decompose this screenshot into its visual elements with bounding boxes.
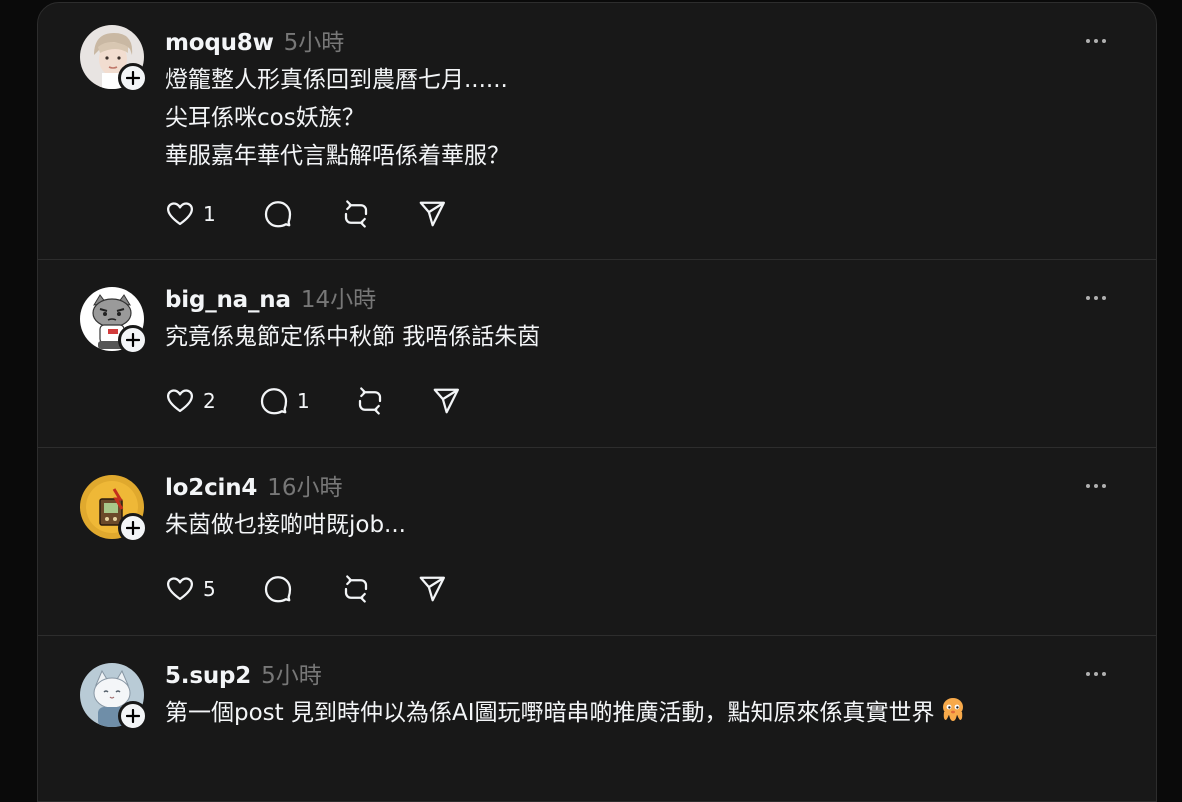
send-icon [419, 576, 445, 602]
repost-button[interactable] [341, 574, 417, 604]
timestamp[interactable]: 5小時 [261, 656, 322, 690]
post-text-line: 究竟係鬼節定係中秋節 我唔係話朱茵 [165, 324, 541, 350]
repost-icon [358, 387, 382, 415]
heart-icon [167, 202, 193, 226]
post-text-line: 朱茵做乜接啲咁既job... [165, 512, 406, 538]
plus-icon [126, 71, 140, 85]
username[interactable]: 5.sup2 [165, 663, 251, 689]
avatar-container[interactable] [80, 663, 148, 731]
post-text-line: 尖耳係咪cos妖族？ [165, 105, 365, 131]
follow-button[interactable] [118, 701, 148, 731]
plus-icon [126, 521, 140, 535]
action-bar: 5 [165, 569, 447, 609]
post: lo2cin4 16小時 朱茵做乜接啲咁既job... 5 [38, 448, 1156, 636]
send-icon [433, 388, 459, 414]
repost-button[interactable] [341, 199, 417, 229]
post-header: lo2cin4 16小時 [165, 468, 342, 502]
repost-button[interactable] [355, 386, 431, 416]
follow-button[interactable] [118, 63, 148, 93]
username[interactable]: moqu8w [165, 30, 274, 56]
share-button[interactable] [417, 199, 447, 229]
like-button[interactable]: 5 [165, 574, 263, 604]
avatar-container[interactable] [80, 475, 148, 543]
like-count: 2 [203, 389, 216, 413]
reply-count: 1 [297, 389, 310, 413]
like-button[interactable]: 2 [165, 386, 259, 416]
post-text-content: 第一個post 見到時仲以為係AI圖玩嘢暗串啲推廣活動，點知原來係真實世界 [165, 700, 935, 726]
action-bar: 1 [165, 194, 447, 234]
action-bar: 2 1 [165, 381, 461, 421]
like-button[interactable]: 1 [165, 199, 263, 229]
timestamp[interactable]: 5小時 [284, 23, 345, 57]
post-text: 燈籠整人形真係回到農曆七月...... 尖耳係咪cos妖族？ 華服嘉年華代言點解… [165, 61, 510, 175]
post-text-line: 燈籠整人形真係回到農曆七月...... [165, 67, 508, 93]
post-text-line: 第一個post 見到時仲以為係AI圖玩嘢暗串啲推廣活動，點知原來係真實世界 [165, 694, 967, 732]
timestamp[interactable]: 16小時 [267, 468, 342, 502]
like-count: 1 [203, 202, 216, 226]
post: moqu8w 5小時 燈籠整人形真係回到農曆七月...... 尖耳係咪cos妖族… [38, 3, 1156, 260]
plus-icon [126, 333, 140, 347]
comment-bubble-icon [264, 576, 292, 603]
avatar-container[interactable] [80, 287, 148, 355]
post-text: 第一個post 見到時仲以為係AI圖玩嘢暗串啲推廣活動，點知原來係真實世界 [165, 694, 967, 732]
send-icon [419, 201, 445, 227]
post: 5.sup2 5小時 第一個post 見到時仲以為係AI圖玩嘢暗串啲推廣活動，點… [38, 636, 1156, 801]
post-header: 5.sup2 5小時 [165, 656, 322, 690]
more-icon[interactable] [1080, 476, 1112, 496]
reply-button[interactable] [263, 574, 341, 604]
comment-bubble-icon [260, 388, 288, 415]
post: big_na_na 14小時 究竟係鬼節定係中秋節 我唔係話朱茵 2 1 [38, 260, 1156, 448]
more-icon[interactable] [1080, 31, 1112, 51]
post-header: moqu8w 5小時 [165, 23, 345, 57]
comment-bubble-icon [264, 201, 292, 228]
like-count: 5 [203, 577, 216, 601]
share-button[interactable] [431, 386, 461, 416]
post-text: 究竟係鬼節定係中秋節 我唔係話朱茵 [165, 318, 540, 356]
post-text: 朱茵做乜接啲咁既job... [165, 506, 406, 544]
octopus-emoji-icon [942, 698, 963, 721]
follow-button[interactable] [118, 325, 148, 355]
more-icon[interactable] [1080, 664, 1112, 684]
plus-icon [126, 709, 140, 723]
more-icon[interactable] [1080, 288, 1112, 308]
reply-button[interactable] [263, 199, 341, 229]
repost-icon [344, 200, 368, 228]
post-text-line: 華服嘉年華代言點解唔係着華服？ [165, 143, 510, 169]
share-button[interactable] [417, 574, 447, 604]
post-header: big_na_na 14小時 [165, 280, 376, 314]
avatar-container[interactable] [80, 25, 148, 93]
thread-feed: moqu8w 5小時 燈籠整人形真係回到農曆七月...... 尖耳係咪cos妖族… [37, 2, 1157, 802]
username[interactable]: big_na_na [165, 287, 291, 313]
heart-icon [167, 389, 193, 413]
heart-icon [167, 577, 193, 601]
reply-button[interactable]: 1 [259, 386, 355, 416]
follow-button[interactable] [118, 513, 148, 543]
repost-icon [344, 575, 368, 603]
timestamp[interactable]: 14小時 [301, 280, 376, 314]
username[interactable]: lo2cin4 [165, 475, 257, 501]
